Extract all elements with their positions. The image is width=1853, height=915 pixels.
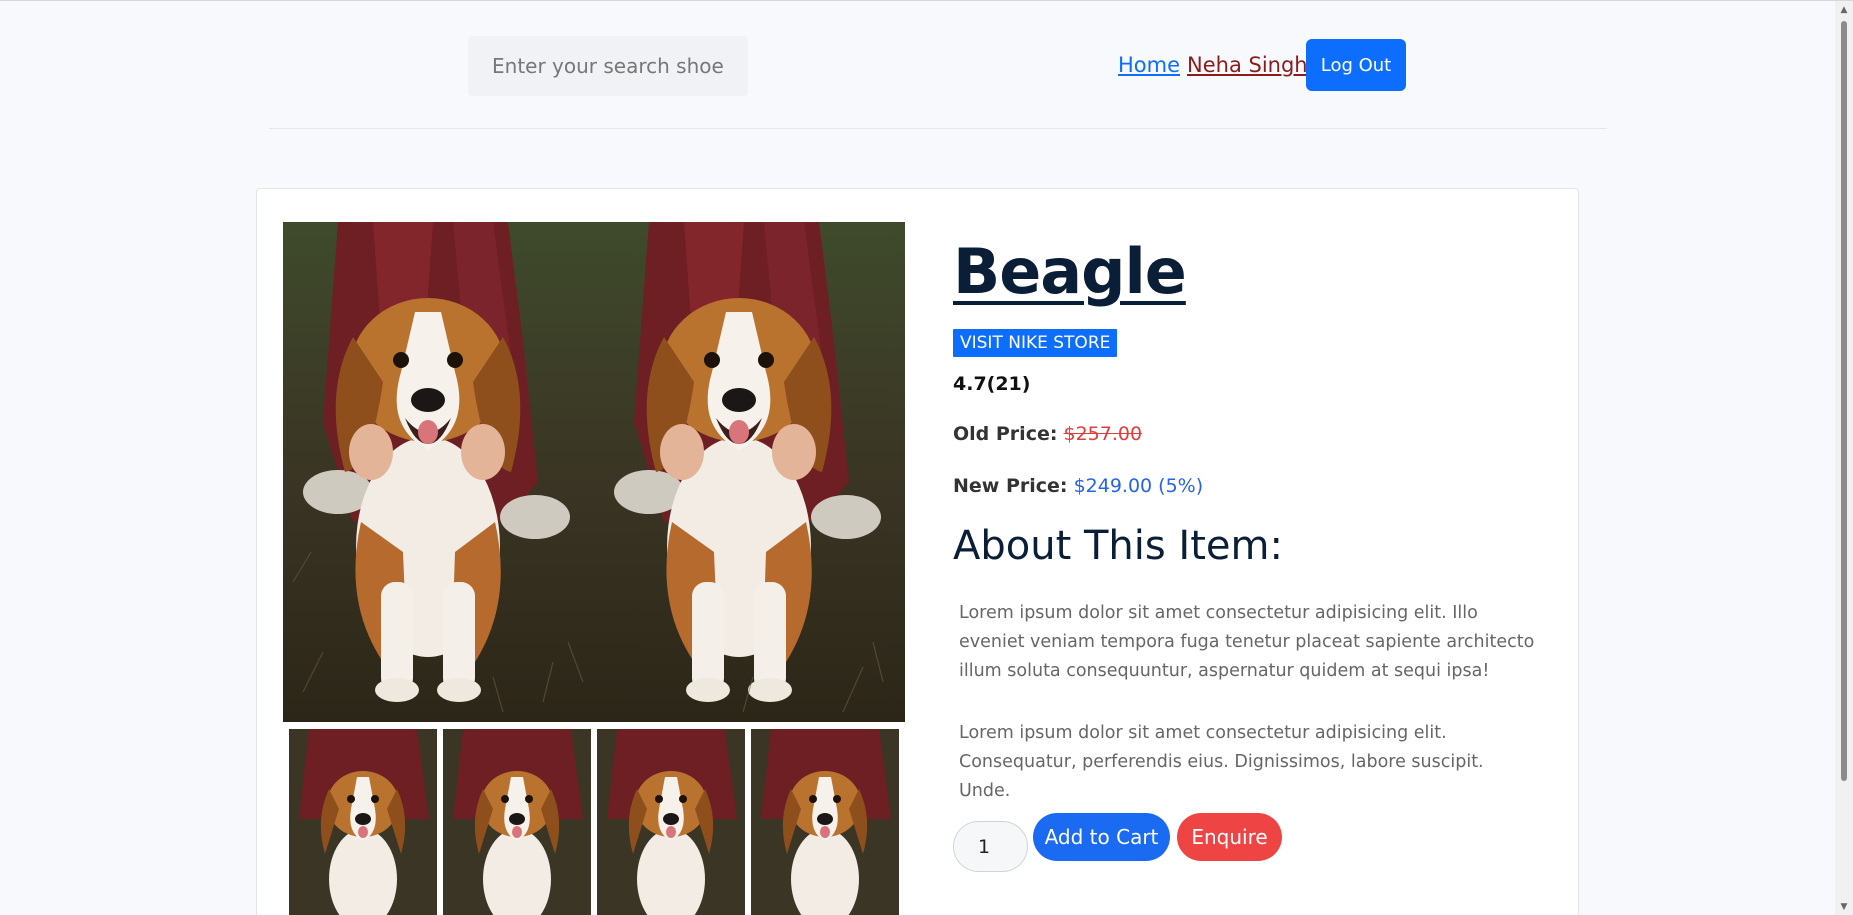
old-price-row: Old Price: $257.00 xyxy=(953,423,1142,445)
product-card: Beagle VISIT NIKE STORE 4.7(21) Old Pric… xyxy=(256,188,1579,915)
old-price-label: Old Price: xyxy=(953,423,1058,445)
chevron-up-icon[interactable]: ▲ xyxy=(1839,5,1849,15)
logout-button[interactable]: Log Out xyxy=(1306,39,1406,91)
description-paragraph: Lorem ipsum dolor sit amet consectetur a… xyxy=(959,603,1535,681)
nav-user-link[interactable]: Neha Singh xyxy=(1187,53,1308,77)
product-thumbnail[interactable] xyxy=(289,729,437,915)
new-price-label: New Price: xyxy=(953,475,1068,497)
scrollbar-thumb[interactable] xyxy=(1841,21,1847,781)
product-thumbnail[interactable] xyxy=(443,729,591,915)
beagle-photo xyxy=(283,222,905,722)
product-main-image xyxy=(283,222,905,722)
search-input[interactable] xyxy=(468,36,748,96)
product-title: Beagle xyxy=(953,235,1187,308)
product-thumbnail[interactable] xyxy=(597,729,745,915)
quantity-input[interactable] xyxy=(953,821,1028,872)
nav-home-link[interactable]: Home xyxy=(1118,53,1180,77)
navbar: Home Neha Singh Log Out xyxy=(0,1,1835,129)
thumbnail-strip xyxy=(289,729,909,915)
page-scrollbar[interactable]: ▲ ▼ xyxy=(1835,1,1853,915)
about-heading: About This Item: xyxy=(953,523,1283,569)
old-price-value: $257.00 xyxy=(1063,423,1143,445)
product-rating: 4.7(21) xyxy=(953,373,1031,395)
enquire-button[interactable]: Enquire xyxy=(1177,813,1282,861)
product-thumbnail[interactable] xyxy=(751,729,899,915)
chevron-down-icon[interactable]: ▼ xyxy=(1839,902,1849,912)
visit-store-badge[interactable]: VISIT NIKE STORE xyxy=(953,329,1118,357)
description-paragraph: Lorem ipsum dolor sit amet consectetur a… xyxy=(959,723,1484,801)
navbar-divider xyxy=(269,128,1607,129)
new-price-row: New Price: $249.00 (5%) xyxy=(953,475,1203,497)
add-to-cart-button[interactable]: Add to Cart xyxy=(1033,813,1170,861)
new-price-value: $249.00 (5%) xyxy=(1073,475,1204,497)
